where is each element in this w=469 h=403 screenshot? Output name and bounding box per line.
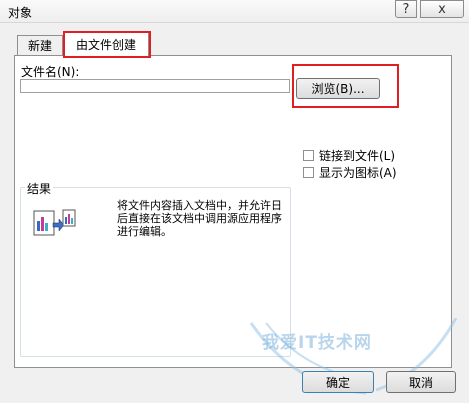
- link-to-file-checkbox[interactable]: [303, 150, 314, 161]
- result-group-title: 结果: [25, 180, 54, 197]
- result-description: 将文件内容插入文档中，并允许日后直接在该文档中调用源应用程序进行编辑。: [117, 199, 282, 238]
- embedded-object-icon: [33, 207, 77, 241]
- watermark-text: 我爱IT技术网: [262, 333, 372, 353]
- cancel-button-label: 取消: [408, 375, 433, 390]
- link-to-file-label: 链接到文件(L): [319, 149, 396, 163]
- filename-input[interactable]: [20, 79, 290, 93]
- tab-new-label: 新建: [27, 39, 52, 53]
- filename-label: 文件名(N):: [21, 65, 80, 79]
- display-as-icon-checkbox[interactable]: [303, 167, 314, 178]
- highlight-box-browse: [292, 64, 399, 108]
- display-as-icon-label: 显示为图标(A): [319, 166, 397, 180]
- highlight-box-tab: [63, 31, 151, 58]
- help-button[interactable]: ?: [395, 0, 417, 18]
- close-icon: x: [438, 1, 446, 17]
- display-as-icon-option[interactable]: 显示为图标(A): [303, 164, 397, 181]
- title-bar: 对象 ? x: [0, 0, 469, 23]
- link-to-file-option[interactable]: 链接到文件(L): [303, 147, 395, 164]
- cancel-button[interactable]: 取消: [386, 371, 456, 393]
- tab-new[interactable]: 新建: [17, 35, 63, 55]
- close-button[interactable]: x: [420, 0, 464, 18]
- ok-button[interactable]: 确定: [302, 371, 374, 393]
- ok-button-label: 确定: [325, 375, 350, 390]
- help-icon: ?: [402, 1, 410, 17]
- window-title: 对象: [8, 6, 33, 20]
